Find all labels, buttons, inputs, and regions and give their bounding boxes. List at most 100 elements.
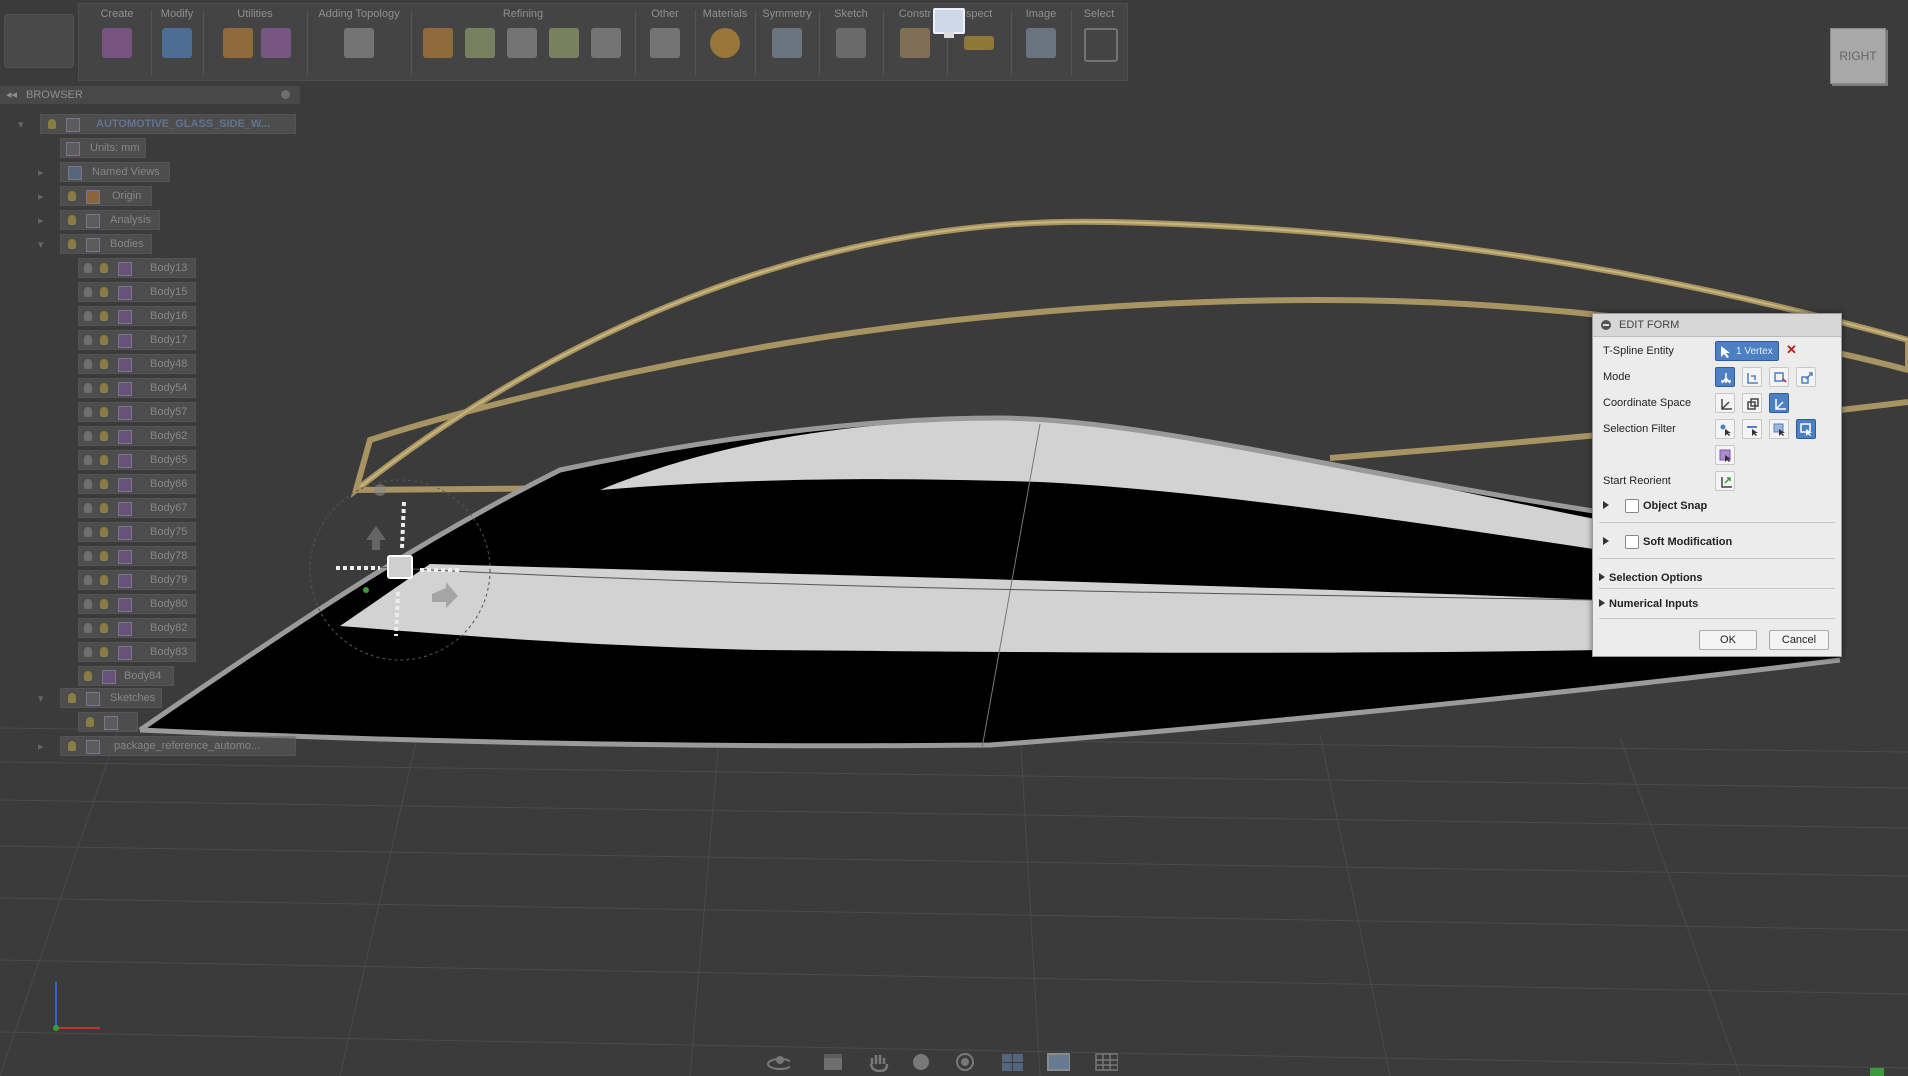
- browser-body-item[interactable]: Body84: [78, 666, 174, 686]
- edit-form-icon[interactable]: [162, 28, 192, 58]
- toolbar-group-select[interactable]: Select: [1073, 4, 1125, 80]
- browser-body-item[interactable]: Body13: [78, 258, 196, 278]
- browser-body-item[interactable]: Body66: [78, 474, 196, 494]
- visibility-bulb-icon[interactable]: [100, 407, 108, 417]
- toolbar-group-adding-topology[interactable]: Adding Topology: [309, 4, 409, 80]
- visibility-bulb-icon[interactable]: [100, 599, 108, 609]
- browser-item-sketch[interactable]: [78, 712, 138, 732]
- numerical-inputs-section[interactable]: Numerical Inputs: [1599, 594, 1835, 614]
- browser-body-item[interactable]: Body48: [78, 354, 196, 374]
- filter-vertex-icon[interactable]: [1715, 419, 1735, 439]
- visibility-bulb-icon[interactable]: [100, 335, 108, 345]
- toolbar-group-materials[interactable]: Materials: [697, 4, 753, 80]
- browser-body-item[interactable]: Body62: [78, 426, 196, 446]
- measure-icon[interactable]: [964, 36, 994, 50]
- browser-item-package-reference[interactable]: ▸ package_reference_automo...: [38, 736, 296, 756]
- expand-arrow-icon[interactable]: ▸: [38, 190, 44, 203]
- coord-world-icon[interactable]: [1715, 393, 1735, 413]
- expand-arrow-icon[interactable]: ▸: [38, 740, 44, 753]
- browser-body-item[interactable]: Body57: [78, 402, 196, 422]
- toolbar-group-refining[interactable]: Refining: [413, 4, 633, 80]
- visibility-bulb-icon[interactable]: [84, 551, 92, 561]
- browser-body-item[interactable]: Body78: [78, 546, 196, 566]
- canvas-image-icon[interactable]: [1026, 28, 1056, 58]
- expand-arrow-icon[interactable]: [1599, 599, 1605, 607]
- refine-icon-2[interactable]: [465, 28, 495, 58]
- visibility-bulb-icon[interactable]: [84, 407, 92, 417]
- browser-body-item[interactable]: Body83: [78, 642, 196, 662]
- clear-selection-icon[interactable]: ✕: [1786, 342, 1797, 358]
- selection-options-section[interactable]: Selection Options: [1599, 568, 1835, 588]
- browser-body-item[interactable]: Body67: [78, 498, 196, 518]
- browser-body-item[interactable]: Body65: [78, 450, 196, 470]
- view-cube[interactable]: RIGHT: [1830, 28, 1886, 84]
- create-box-icon[interactable]: [102, 28, 132, 58]
- expand-arrow-icon[interactable]: [1599, 573, 1605, 581]
- browser-body-item[interactable]: Body75: [78, 522, 196, 542]
- visibility-bulb-icon[interactable]: [48, 119, 56, 129]
- browser-body-item[interactable]: Body17: [78, 330, 196, 350]
- browser-root-component[interactable]: ▾ AUTOMOTIVE_GLASS_SIDE_W...: [18, 114, 296, 134]
- refine-icon-3[interactable]: [507, 28, 537, 58]
- coord-local-icon[interactable]: [1769, 393, 1789, 413]
- expand-arrow-icon[interactable]: ▾: [38, 692, 44, 705]
- visibility-bulb-icon[interactable]: [100, 551, 108, 561]
- expand-arrow-icon[interactable]: ▸: [38, 166, 44, 179]
- visibility-bulb-icon[interactable]: [84, 383, 92, 393]
- workspace-switcher[interactable]: [4, 14, 74, 68]
- browser-body-item[interactable]: Body15: [78, 282, 196, 302]
- select-window-icon[interactable]: [1084, 28, 1118, 62]
- expand-arrow-icon[interactable]: [1603, 501, 1609, 509]
- visibility-bulb-icon[interactable]: [84, 287, 92, 297]
- visibility-bulb-icon[interactable]: [84, 623, 92, 633]
- browser-item-named-views[interactable]: ▸ Named Views: [38, 162, 170, 182]
- filter-all-icon[interactable]: [1796, 419, 1816, 439]
- visibility-bulb-icon[interactable]: [100, 503, 108, 513]
- visibility-bulb-icon[interactable]: [84, 311, 92, 321]
- fit-icon[interactable]: [954, 1052, 978, 1072]
- browser-body-item[interactable]: Body16: [78, 306, 196, 326]
- mode-rotate-icon[interactable]: [1769, 367, 1789, 387]
- visibility-bulb-icon[interactable]: [100, 383, 108, 393]
- soft-modification-section[interactable]: Soft Modification: [1599, 532, 1835, 552]
- visibility-bulb-icon[interactable]: [84, 431, 92, 441]
- insert-edge-icon[interactable]: [344, 28, 374, 58]
- pan-hand-icon[interactable]: [868, 1052, 892, 1072]
- visibility-bulb-icon[interactable]: [84, 455, 92, 465]
- visibility-bulb-icon[interactable]: [84, 599, 92, 609]
- visibility-bulb-icon[interactable]: [100, 623, 108, 633]
- reorient-icon[interactable]: [1715, 471, 1735, 491]
- utilities-icon-1[interactable]: [223, 28, 253, 58]
- visibility-bulb-icon[interactable]: [84, 647, 92, 657]
- visibility-bulb-icon[interactable]: [68, 741, 76, 751]
- browser-body-item[interactable]: Body82: [78, 618, 196, 638]
- visibility-bulb-icon[interactable]: [84, 503, 92, 513]
- refine-icon-4[interactable]: [549, 28, 579, 58]
- filter-face-icon[interactable]: [1769, 419, 1789, 439]
- visibility-bulb-icon[interactable]: [100, 575, 108, 585]
- visibility-bulb-icon[interactable]: [84, 575, 92, 585]
- visibility-bulb-icon[interactable]: [100, 287, 108, 297]
- display-settings-icon[interactable]: [1000, 1052, 1024, 1072]
- toolbar-group-symmetry[interactable]: Symmetry: [757, 4, 817, 80]
- ok-button[interactable]: OK: [1699, 630, 1757, 650]
- visibility-bulb-icon[interactable]: [100, 431, 108, 441]
- look-at-icon[interactable]: [822, 1052, 846, 1072]
- zoom-icon[interactable]: [910, 1052, 934, 1072]
- browser-item-sketches[interactable]: ▾ Sketches: [38, 688, 162, 708]
- mode-scale-icon[interactable]: [1796, 367, 1816, 387]
- dialog-header[interactable]: EDIT FORM: [1593, 314, 1841, 337]
- cancel-button[interactable]: Cancel: [1769, 630, 1829, 650]
- visibility-bulb-icon[interactable]: [84, 479, 92, 489]
- expand-arrow-icon[interactable]: ▾: [18, 118, 24, 131]
- browser-item-units[interactable]: Units: mm: [60, 138, 146, 158]
- grid-snaps-icon[interactable]: [1046, 1052, 1070, 1072]
- other-icon[interactable]: [650, 28, 680, 58]
- visibility-bulb-icon[interactable]: [100, 263, 108, 273]
- visibility-bulb-icon[interactable]: [84, 263, 92, 273]
- browser-pin-icon[interactable]: [281, 90, 290, 99]
- expand-arrow-icon[interactable]: ▸: [38, 214, 44, 227]
- object-snap-section[interactable]: Object Snap: [1599, 496, 1835, 516]
- visibility-bulb-icon[interactable]: [68, 239, 76, 249]
- visibility-bulb-icon[interactable]: [86, 717, 94, 727]
